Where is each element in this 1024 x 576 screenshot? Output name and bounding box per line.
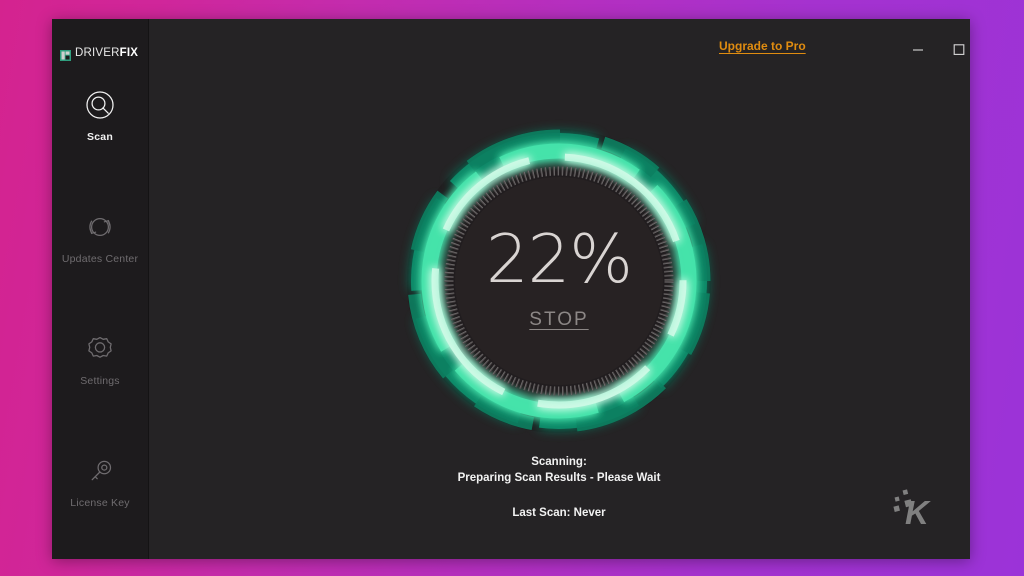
refresh-icon xyxy=(84,211,116,243)
driverfix-logo-icon xyxy=(60,48,71,61)
stop-scan-button[interactable]: STOP xyxy=(529,309,588,331)
sidebar: DRIVERFIX Scan Updates Center Settings L… xyxy=(52,19,149,559)
logo-suffix: FIX xyxy=(119,47,139,59)
sidebar-item-label: License Key xyxy=(70,497,130,509)
sidebar-item-license-key[interactable]: License Key xyxy=(52,455,148,509)
title-bar: Upgrade to Pro xyxy=(148,19,970,59)
k-logo-icon: K xyxy=(893,489,931,531)
sidebar-item-label: Settings xyxy=(80,375,120,387)
sidebar-item-updates-center[interactable]: Updates Center xyxy=(52,211,148,265)
scan-progress-gauge: 22% STOP xyxy=(394,116,724,446)
scan-status-block: Scanning: Preparing Scan Results - Pleas… xyxy=(148,454,970,521)
driverfix-app-window: DRIVERFIX Scan Updates Center Settings L… xyxy=(52,19,970,559)
scan-status-detail: Preparing Scan Results - Please Wait xyxy=(457,472,661,484)
sidebar-item-settings[interactable]: Settings xyxy=(52,333,148,387)
gauge-svg xyxy=(407,129,711,433)
main-content: 22% STOP Scanning: Preparing Scan Result… xyxy=(148,59,970,559)
screenshot-stage: DRIVERFIX Scan Updates Center Settings L… xyxy=(0,0,1024,576)
scan-icon xyxy=(84,89,116,121)
gear-icon xyxy=(84,333,116,365)
sidebar-item-label: Updates Center xyxy=(61,253,139,265)
sidebar-item-label: Scan xyxy=(87,131,113,143)
app-logo: DRIVERFIX xyxy=(60,47,138,61)
svg-text:K: K xyxy=(905,494,931,531)
scan-status-title: Scanning: xyxy=(531,456,587,468)
key-icon xyxy=(84,455,116,487)
last-scan-label: Last Scan: Never xyxy=(512,507,606,519)
knowtechie-watermark-logo: K xyxy=(888,479,940,531)
logo-prefix: DRIVER xyxy=(75,47,120,59)
upgrade-to-pro-link[interactable]: Upgrade to Pro xyxy=(719,39,806,53)
app-logo-text: DRIVERFIX xyxy=(75,47,138,59)
sidebar-item-scan[interactable]: Scan xyxy=(52,89,148,143)
